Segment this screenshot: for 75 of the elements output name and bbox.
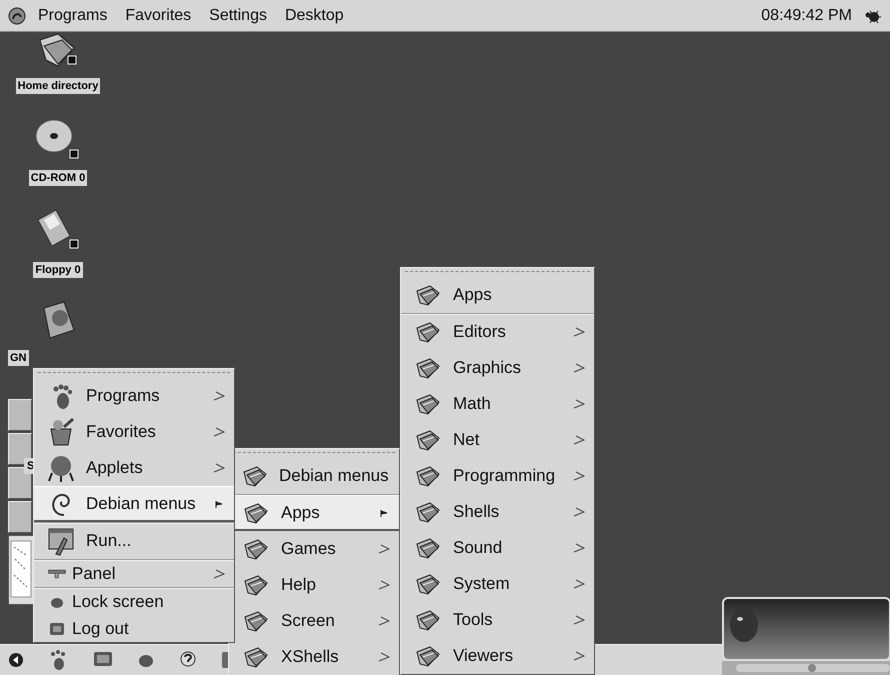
folder-icon (414, 356, 442, 380)
folder-icon (241, 464, 269, 488)
panel-menu[interactable]: Desktop (278, 4, 350, 26)
menu-item[interactable]: Editors (401, 314, 594, 350)
menu-item[interactable]: Debian menus (34, 486, 234, 522)
folder-icon (414, 536, 442, 560)
menu-item[interactable]: Math (401, 386, 594, 422)
menu-item-label: Lock screen (72, 592, 165, 612)
menu-item-label: Log out (72, 618, 130, 638)
run-window-icon (46, 526, 76, 556)
folder-icon (242, 573, 270, 597)
folder-icon (414, 392, 442, 416)
icon-label[interactable]: Floppy 0 (33, 262, 83, 278)
menu-item-label: Apps (281, 502, 321, 522)
menu-item[interactable]: Programs (34, 378, 234, 414)
folder-icon (414, 608, 442, 632)
menu-item[interactable]: XShells (229, 639, 399, 675)
menu-item-label: XShells (281, 647, 340, 667)
folder-icon (414, 572, 442, 596)
panel-button[interactable] (8, 501, 32, 533)
menu-item-label: Net (453, 430, 480, 450)
arrow-button-icon[interactable] (8, 652, 24, 668)
folder-icon (414, 283, 442, 307)
menu-item-label: Viewers (453, 646, 514, 666)
icon-label[interactable]: GN (8, 350, 28, 366)
menu-item[interactable]: Favorites (34, 414, 234, 450)
folder-icon (414, 320, 442, 344)
menu-item-label: Graphics (453, 358, 522, 378)
menu-item-label: Panel (72, 564, 116, 584)
folder-icon (242, 500, 270, 524)
menu-item-label: Help (281, 575, 317, 595)
menu-item-label: Games (281, 539, 337, 559)
media-applet-drawing[interactable] (722, 597, 890, 675)
panel-menu[interactable]: Settings (203, 4, 273, 26)
clock: 08:49:42 PM (760, 6, 853, 26)
menu-item[interactable]: System (401, 566, 594, 602)
panel-menu[interactable]: Programs (32, 4, 114, 26)
menu-item-label: Debian menus (86, 494, 197, 514)
folder-icon (414, 500, 442, 524)
menu-item-label: Editors (453, 322, 507, 342)
menu-item[interactable]: Panel (34, 560, 234, 587)
menu-item-label: Programs (86, 386, 161, 406)
menu-item[interactable]: Net (401, 422, 594, 458)
menu-item-label: Shells (453, 502, 500, 522)
logout-icon (48, 620, 66, 636)
menu-item-label: Tools (453, 610, 494, 630)
icon-label[interactable]: Home directory (16, 78, 100, 94)
menu-item-label: Math (453, 394, 492, 414)
folder-icon (414, 428, 442, 452)
folder-icon (242, 645, 270, 669)
folder-icon (242, 609, 270, 633)
menu-item-label: Programming (453, 466, 556, 486)
menu-item[interactable]: Programming (401, 458, 594, 494)
menu-item[interactable]: Viewers (401, 638, 594, 674)
folder-icon (414, 644, 442, 668)
menu-item-label: Screen (281, 611, 336, 631)
menu-item[interactable]: Run... (34, 523, 234, 559)
menu-item-label: Sound (453, 538, 504, 558)
menu-item[interactable]: Shells (401, 494, 594, 530)
menu-item-label: Debian menus (279, 466, 389, 486)
folder-icon (414, 464, 442, 488)
panel-button[interactable] (8, 399, 32, 431)
menu-item[interactable]: Graphics (401, 350, 594, 386)
folder-icon (242, 537, 270, 561)
menu-item[interactable]: Tools (401, 602, 594, 638)
pager-drawing[interactable] (8, 535, 34, 605)
menu-item-label: Run... (86, 531, 132, 551)
panel-menu[interactable]: Favorites (119, 4, 198, 26)
menu-item[interactable]: Apps (401, 277, 594, 313)
icon-label[interactable]: CD-ROM 0 (28, 170, 88, 186)
menu-item-label: System (453, 574, 511, 594)
menu-item-label: Favorites (86, 422, 157, 442)
menu-item[interactable]: Sound (401, 530, 594, 566)
menu-item-label: Applets (86, 458, 144, 478)
menu-item-label: Apps (453, 285, 493, 305)
